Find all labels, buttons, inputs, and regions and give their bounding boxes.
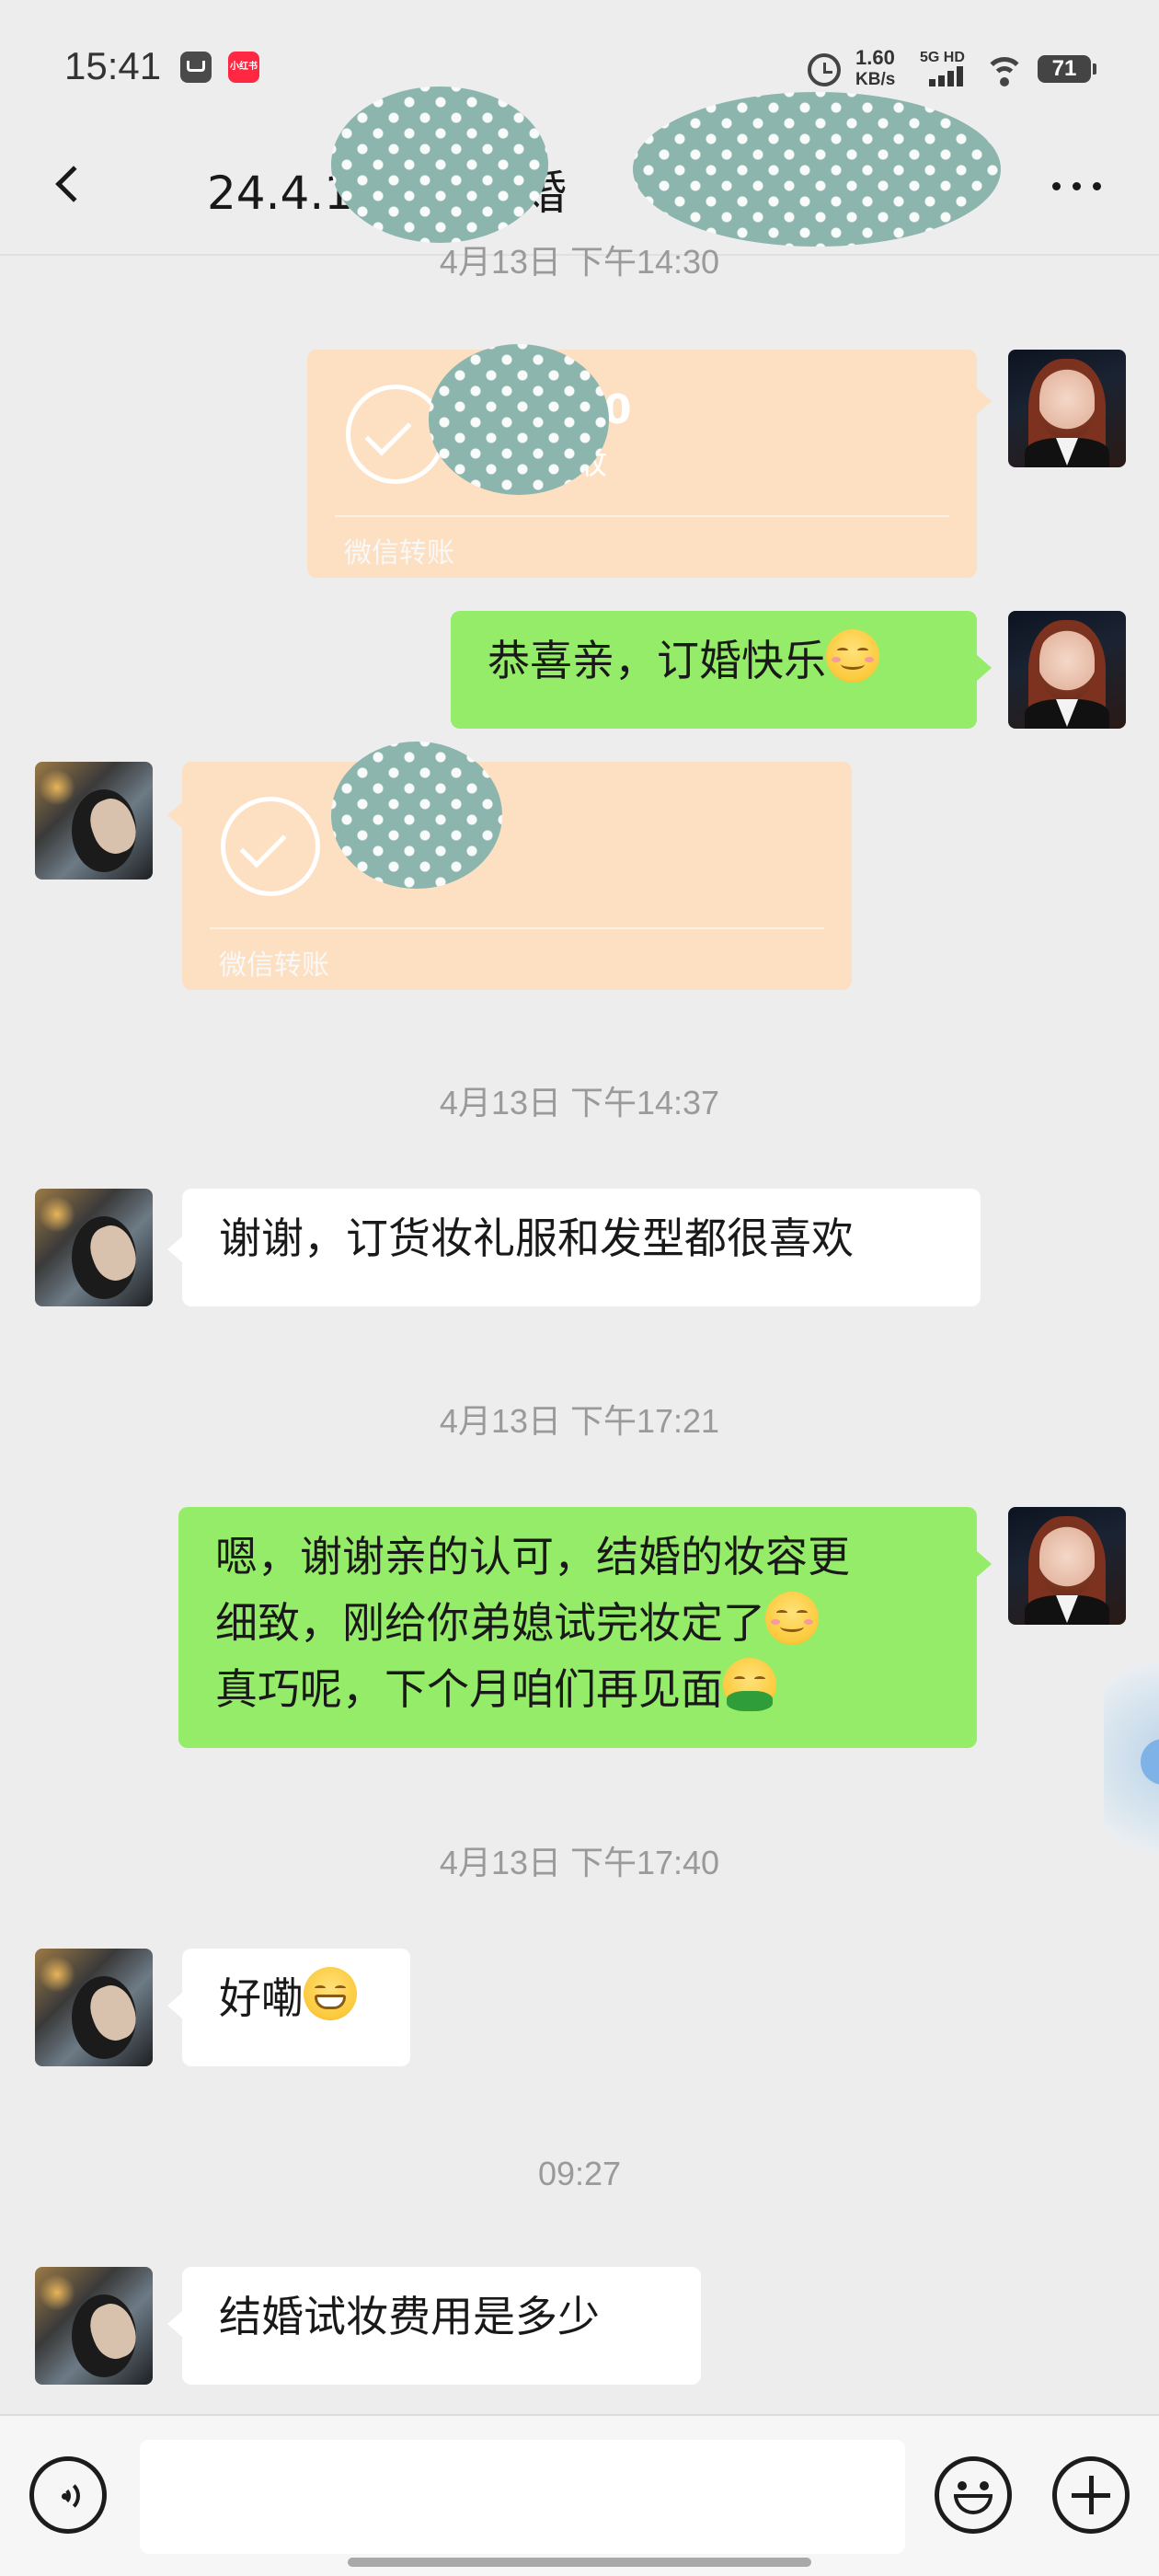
timestamp: 09:27 (537, 2155, 622, 2192)
transfer-label: 微信转账 (344, 537, 454, 569)
signal-icon (929, 64, 971, 86)
message-text-line: 嗯，谢谢亲的认可，结婚的妆容更 (215, 1532, 850, 1581)
voice-button[interactable] (29, 2456, 107, 2534)
message-text: 谢谢，订货妆礼服和发型都很喜欢 (219, 1213, 854, 1263)
alarm-icon (808, 53, 841, 86)
smile-emoji-icon (826, 629, 879, 683)
check-icon (221, 797, 320, 896)
transfer-card-self[interactable]: 0 收 微信转账 (307, 350, 977, 578)
net-speed-value: 1.60 (855, 46, 895, 69)
status-time: 15:41 (64, 44, 162, 87)
avatar[interactable] (1008, 1507, 1126, 1625)
privacy-redaction (331, 86, 548, 243)
privacy-redaction (429, 344, 609, 495)
message-text-line: 细致，刚给你弟媳试完妆定了 (215, 1598, 765, 1648)
message-text-line: 真巧呢，下个月咱们再见面 (215, 1664, 723, 1714)
message-bubble-self[interactable]: 嗯，谢谢亲的认可，结婚的妆容更 细致，刚给你弟媳试完妆定了 真巧呢，下个月咱们再… (178, 1507, 977, 1748)
transfer-card-other[interactable]: 微信转账 (182, 762, 852, 990)
avatar[interactable] (35, 1189, 153, 1306)
timestamp: 4月13日 下午17:40 (439, 1844, 720, 1881)
chevron-left-icon (55, 166, 92, 202)
smile-emoji-icon (765, 1592, 819, 1645)
message-text: 结婚试妆费用是多少 (219, 2292, 600, 2341)
avatar[interactable] (1008, 611, 1126, 729)
mail-icon (180, 52, 212, 83)
transfer-label: 微信转账 (219, 949, 329, 982)
message-text: 好嘞 (219, 1973, 304, 2023)
timestamp: 4月13日 下午14:37 (439, 1084, 720, 1121)
avatar[interactable] (35, 1949, 153, 2066)
battery-indicator: 71 (1038, 55, 1096, 83)
plus-button[interactable] (1052, 2456, 1130, 2534)
home-indicator[interactable] (348, 2558, 811, 2567)
message-bubble-other[interactable]: 谢谢，订货妆礼服和发型都很喜欢 (182, 1189, 981, 1306)
wifi-icon (984, 53, 1025, 86)
grin-emoji-icon (304, 1967, 357, 2020)
message-input[interactable] (140, 2440, 905, 2554)
timestamp: 4月13日 下午14:30 (439, 243, 720, 278)
avatar[interactable] (1008, 350, 1126, 467)
message-bubble-other[interactable]: 结婚试妆费用是多少 (182, 2267, 701, 2385)
more-button[interactable] (1039, 166, 1113, 206)
timestamp: 4月13日 下午17:21 (439, 1402, 720, 1440)
net-speed-unit: KB/s (855, 70, 896, 89)
avatar[interactable] (35, 2267, 153, 2385)
xiaohongshu-icon: 小红书 (228, 52, 259, 83)
emoji-button[interactable] (935, 2456, 1012, 2534)
back-button[interactable] (46, 158, 101, 213)
message-bubble-other[interactable]: 好嘞 (182, 1949, 410, 2066)
hug-emoji-icon (723, 1658, 776, 1711)
message-text: 恭喜亲，订婚快乐 (488, 636, 826, 685)
avatar[interactable] (35, 762, 153, 880)
message-bubble-self[interactable]: 恭喜亲，订婚快乐 (451, 611, 977, 729)
privacy-redaction (331, 742, 502, 889)
privacy-redaction (633, 92, 1001, 247)
